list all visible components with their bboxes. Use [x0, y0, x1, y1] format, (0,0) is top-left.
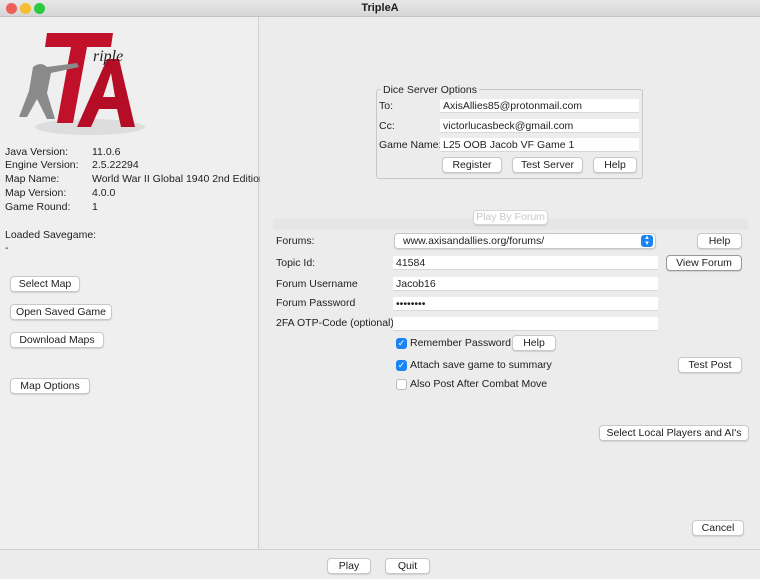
select-local-players-button[interactable]: Select Local Players and AI's — [599, 425, 749, 441]
svg-text:riple: riple — [93, 48, 123, 65]
engine-version: 2.5.22294 — [92, 159, 139, 171]
close-icon[interactable] — [6, 3, 17, 14]
dice-help-button[interactable]: Help — [593, 157, 637, 173]
bottom-bar: Play Quit — [0, 549, 760, 579]
forum-help-button[interactable]: Help — [697, 233, 742, 249]
attach-savegame-checkbox[interactable]: ✓ — [396, 360, 407, 371]
loaded-savegame-label: Loaded Savegame: — [5, 229, 97, 241]
cancel-button[interactable]: Cancel — [692, 520, 744, 536]
game-name-field[interactable]: L25 OOB Jacob VF Game 1 — [440, 138, 639, 152]
test-server-button[interactable]: Test Server — [512, 157, 583, 173]
also-post-checkbox[interactable] — [396, 379, 407, 390]
topic-id-field[interactable]: 41584 — [393, 256, 658, 270]
download-maps-button[interactable]: Download Maps — [10, 332, 104, 348]
triplea-logo: riple — [19, 33, 145, 135]
play-button[interactable]: Play — [327, 558, 371, 574]
game-round: 1 — [92, 201, 98, 213]
play-by-forum-tab: Play By Forum — [473, 210, 548, 225]
java-version: 11.0.6 — [92, 146, 121, 158]
remember-password-checkbox[interactable]: ✓ — [396, 338, 407, 349]
loaded-savegame-value: - — [5, 242, 9, 254]
forums-select[interactable]: www.axisandallies.org/forums/▴ ▾ — [394, 233, 656, 249]
otp-code-field[interactable] — [393, 317, 658, 331]
forum-username-field[interactable]: Jacob16 — [393, 277, 658, 291]
title-bar: TripleA — [0, 0, 760, 17]
dice-cc-field[interactable]: victorlucasbeck@gmail.com — [440, 119, 639, 133]
map-version: 4.0.0 — [92, 187, 116, 199]
window-title: TripleA — [361, 2, 399, 14]
map-options-button[interactable]: Map Options — [10, 378, 90, 394]
forum-password-field[interactable]: •••••••• — [393, 297, 658, 311]
minimize-icon[interactable] — [20, 3, 31, 14]
chevron-updown-icon: ▴ ▾ — [641, 234, 653, 247]
select-map-button[interactable]: Select Map — [10, 276, 80, 292]
left-panel: riple Java Version: 11.0.6 Engine Version… — [0, 17, 265, 549]
register-button[interactable]: Register — [442, 157, 502, 173]
open-saved-game-button[interactable]: Open Saved Game — [10, 304, 112, 320]
quit-button[interactable]: Quit — [385, 558, 430, 574]
view-forum-button[interactable]: View Forum — [666, 255, 742, 271]
test-post-button[interactable]: Test Post — [678, 357, 742, 373]
maximize-icon[interactable] — [34, 3, 45, 14]
dice-to-field[interactable]: AxisAllies85@protonmail.com — [440, 99, 639, 113]
map-name: World War II Global 1940 2nd Edition — [92, 173, 265, 185]
remember-help-button[interactable]: Help — [512, 335, 556, 351]
